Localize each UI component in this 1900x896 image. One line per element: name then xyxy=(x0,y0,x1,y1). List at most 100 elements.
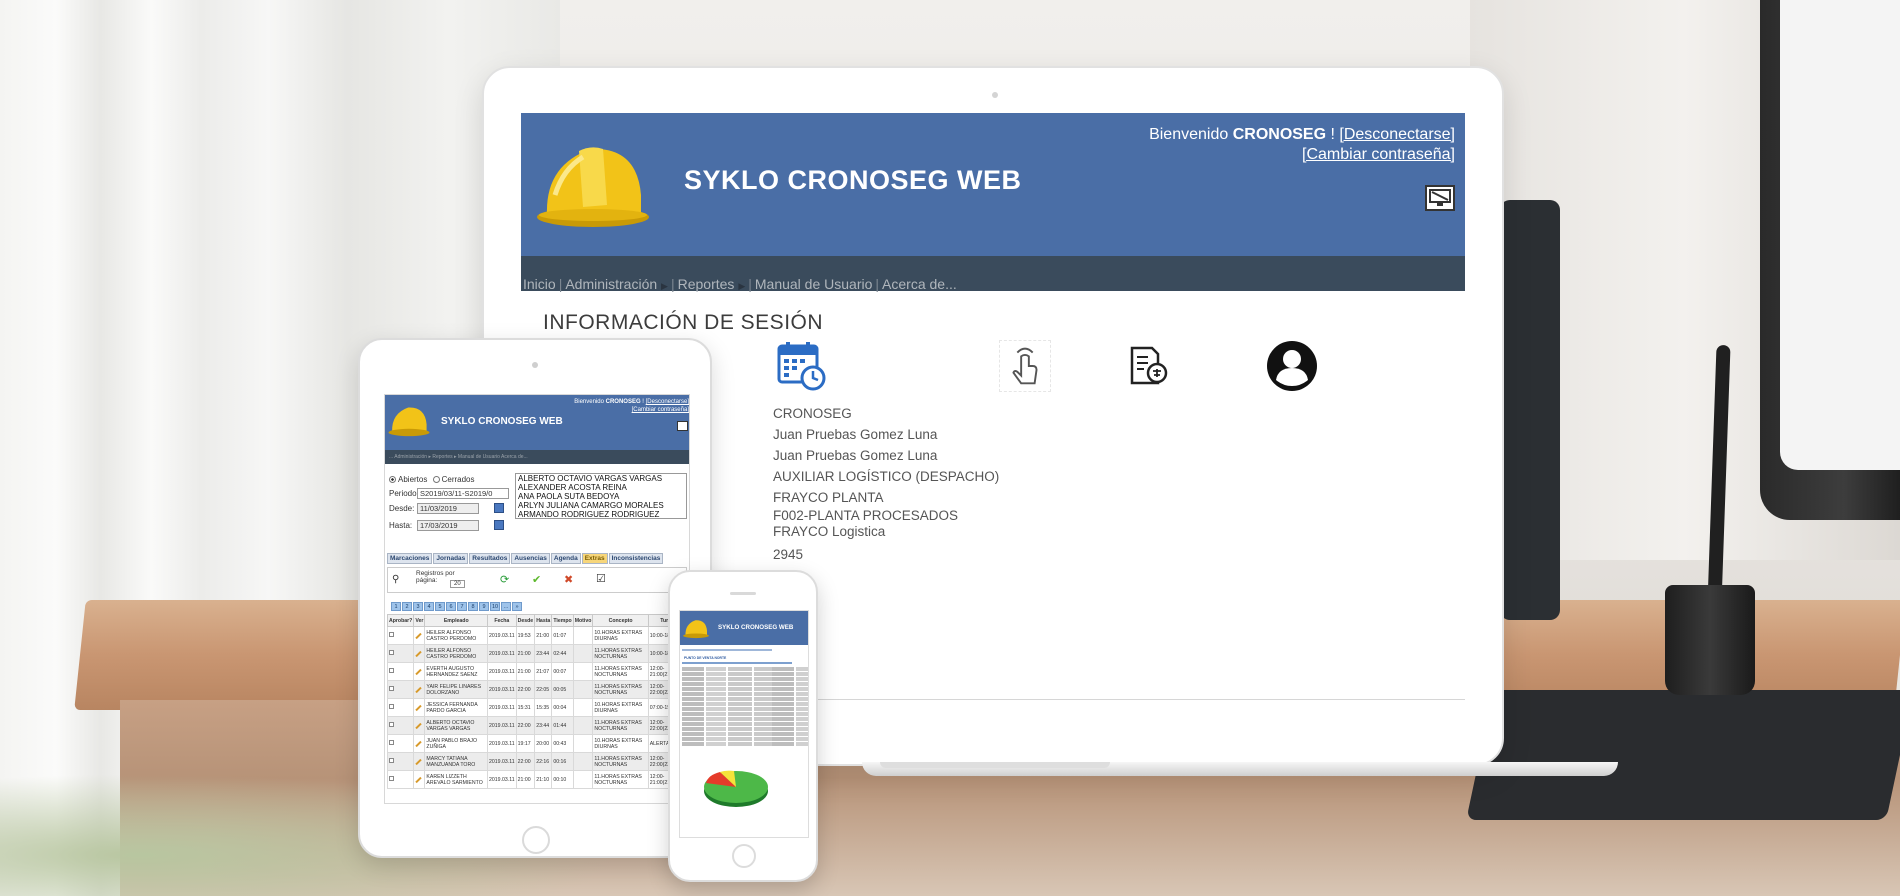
registros-select[interactable]: 20 xyxy=(450,580,465,588)
tab-inconsistencias[interactable]: Inconsistencias xyxy=(608,553,664,564)
approve-checkbox[interactable] xyxy=(389,776,394,781)
approve-checkbox[interactable] xyxy=(389,740,394,745)
approve-checkbox-cell[interactable] xyxy=(386,680,415,699)
view-cell[interactable] xyxy=(413,734,426,753)
tablet-nav-text[interactable]: ... Administración ▸ Reportes ▸ Manual d… xyxy=(389,454,528,460)
desde-input[interactable]: 11/03/2019 xyxy=(417,503,479,514)
phone-frame: SYKLO CRONOSEG WEB PUNTO DE VENTA NORTE xyxy=(668,570,818,882)
approve-checkbox-cell[interactable] xyxy=(386,734,415,753)
page-link[interactable]: 9 xyxy=(479,602,489,611)
list-item[interactable]: ARLYN JULIANA CAMARGO MORALES xyxy=(518,501,686,510)
touch-hand-icon[interactable] xyxy=(999,340,1051,392)
user-avatar-icon[interactable] xyxy=(1266,340,1318,392)
view-cell[interactable] xyxy=(413,662,426,681)
page-link[interactable]: 7 xyxy=(457,602,467,611)
nav-item-inicio[interactable]: Inicio xyxy=(523,276,556,292)
view-cell[interactable] xyxy=(413,626,426,645)
view-cell[interactable] xyxy=(413,770,426,789)
table-row[interactable]: HEILER ALFONSO CASTRO PERDOMO 2019.03.11 2… xyxy=(386,644,688,663)
table-row[interactable]: JUAN PABLO BRAJO ZUÑIGA 2019.03.11 19:17 20… xyxy=(386,734,688,753)
approve-checkbox[interactable] xyxy=(389,650,394,655)
pencil-icon[interactable] xyxy=(415,704,423,711)
tab-agenda[interactable]: Agenda xyxy=(550,553,581,564)
nav-item-administracion[interactable]: Administración xyxy=(565,276,657,292)
calendar-picker-icon[interactable] xyxy=(494,503,504,513)
view-cell[interactable] xyxy=(413,716,426,735)
calendar-clock-icon[interactable] xyxy=(776,340,828,392)
table-row[interactable]: ALBERTO OCTAVIO VARGAS VARGAS 2019.03.11 2… xyxy=(386,716,688,735)
page-link[interactable]: 6 xyxy=(446,602,456,611)
approve-checkbox-cell[interactable] xyxy=(386,626,415,645)
check-all-icon[interactable]: ☑ xyxy=(596,572,606,585)
approve-checkbox[interactable] xyxy=(389,722,394,727)
page-link[interactable]: ... xyxy=(501,602,511,611)
table-row[interactable]: HEILER ALFONSO CASTRO PERDOMO 2019.03.11 1… xyxy=(386,626,688,645)
tab-extras[interactable]: Extras xyxy=(581,553,608,564)
pencil-icon[interactable] xyxy=(415,668,423,675)
page-link[interactable]: 8 xyxy=(468,602,478,611)
nav-item-manual[interactable]: Manual de Usuario xyxy=(755,276,873,292)
logout-link[interactable]: [Desconectarse] xyxy=(646,399,689,405)
nav-item-acerca[interactable]: Acerca de... xyxy=(882,276,957,292)
refresh-icon[interactable]: ⟳ xyxy=(500,573,509,586)
list-item[interactable]: ALBERTO OCTAVIO VARGAS VARGAS xyxy=(518,474,686,483)
view-cell[interactable] xyxy=(413,698,426,717)
approve-checkbox-cell[interactable] xyxy=(386,752,415,771)
approve-checkbox[interactable] xyxy=(389,758,394,763)
page-link[interactable]: 10 xyxy=(490,602,500,611)
list-item[interactable]: ARMANDO RODRIGUEZ RODRIGUEZ xyxy=(518,510,686,518)
approve-icon[interactable]: ✔ xyxy=(532,573,541,586)
document-badge-icon[interactable] xyxy=(1128,345,1168,387)
pencil-icon[interactable] xyxy=(415,632,423,639)
tab-ausencias[interactable]: Ausencias xyxy=(511,553,550,564)
table-row[interactable]: JESSICA FERNANDA PARDO GARCIA 2019.03.11 1… xyxy=(386,698,688,717)
page-link[interactable]: 3 xyxy=(413,602,423,611)
change-password-link[interactable]: [Cambiar contraseña] xyxy=(1302,146,1455,163)
pencil-icon[interactable] xyxy=(415,740,423,747)
page-link[interactable]: 2 xyxy=(402,602,412,611)
list-item[interactable]: ANA PAOLA SUTA BEDOYA xyxy=(518,492,686,501)
table-row[interactable]: MARCY TATIANA MANZUANDA TORO 2019.03.11 22… xyxy=(386,752,688,771)
pencil-icon[interactable] xyxy=(415,722,423,729)
approve-checkbox-cell[interactable] xyxy=(386,716,415,735)
approve-checkbox[interactable] xyxy=(389,704,394,709)
approve-checkbox-cell[interactable] xyxy=(386,698,415,717)
approve-checkbox-cell[interactable] xyxy=(386,770,415,789)
page-link[interactable]: » xyxy=(512,602,522,611)
table-row[interactable]: EVERTH AUGUSTO HERNANDEZ SAENZ 2019.03.11… xyxy=(386,662,688,681)
tab-jornadas[interactable]: Jornadas xyxy=(433,553,469,564)
approve-checkbox[interactable] xyxy=(389,686,394,691)
pencil-icon[interactable] xyxy=(415,758,423,765)
logout-link[interactable]: [Desconectarse] xyxy=(1339,126,1455,143)
tab-marcaciones[interactable]: Marcaciones xyxy=(387,553,433,564)
pencil-icon[interactable] xyxy=(415,776,423,783)
table-row[interactable]: KAREN LIZZETH AREVALO SARMIENTO 2019.03.1… xyxy=(386,770,688,789)
employee-listbox[interactable]: ALBERTO OCTAVIO VARGAS VARGAS ALEXANDER … xyxy=(515,473,687,519)
page-link[interactable]: 5 xyxy=(435,602,445,611)
page-link[interactable]: 1 xyxy=(391,602,401,611)
view-cell[interactable] xyxy=(413,752,426,771)
pencil-icon[interactable] xyxy=(415,650,423,657)
monitor-icon[interactable] xyxy=(677,421,688,431)
radio-open[interactable] xyxy=(389,476,396,484)
nav-item-reportes[interactable]: Reportes xyxy=(678,276,735,292)
periodo-select[interactable]: S2019/03/11-S2019/0 xyxy=(417,488,509,499)
approve-checkbox[interactable] xyxy=(389,632,394,637)
table-row[interactable]: YAIR FELIPE LINARES DOLORZANO 2019.03.11 2… xyxy=(386,680,688,699)
radio-closed[interactable] xyxy=(432,476,440,484)
list-item[interactable]: ALEXANDER ACOSTA REINA xyxy=(518,483,686,492)
reject-icon[interactable]: ✖ xyxy=(564,573,573,586)
filter-icon[interactable]: ⚲ xyxy=(392,574,399,585)
approve-checkbox-cell[interactable] xyxy=(386,662,415,681)
monitor-icon[interactable] xyxy=(1425,185,1455,211)
tab-resultados[interactable]: Resultados xyxy=(469,553,511,564)
page-link[interactable]: 4 xyxy=(424,602,434,611)
view-cell[interactable] xyxy=(413,680,426,699)
view-cell[interactable] xyxy=(413,644,426,663)
approve-checkbox[interactable] xyxy=(389,668,394,673)
hasta-input[interactable]: 17/03/2019 xyxy=(417,520,479,531)
pencil-icon[interactable] xyxy=(415,686,423,693)
change-password-link[interactable]: [Cambiar contraseña] xyxy=(632,407,689,413)
calendar-picker-icon[interactable] xyxy=(494,520,504,530)
approve-checkbox-cell[interactable] xyxy=(386,644,415,663)
